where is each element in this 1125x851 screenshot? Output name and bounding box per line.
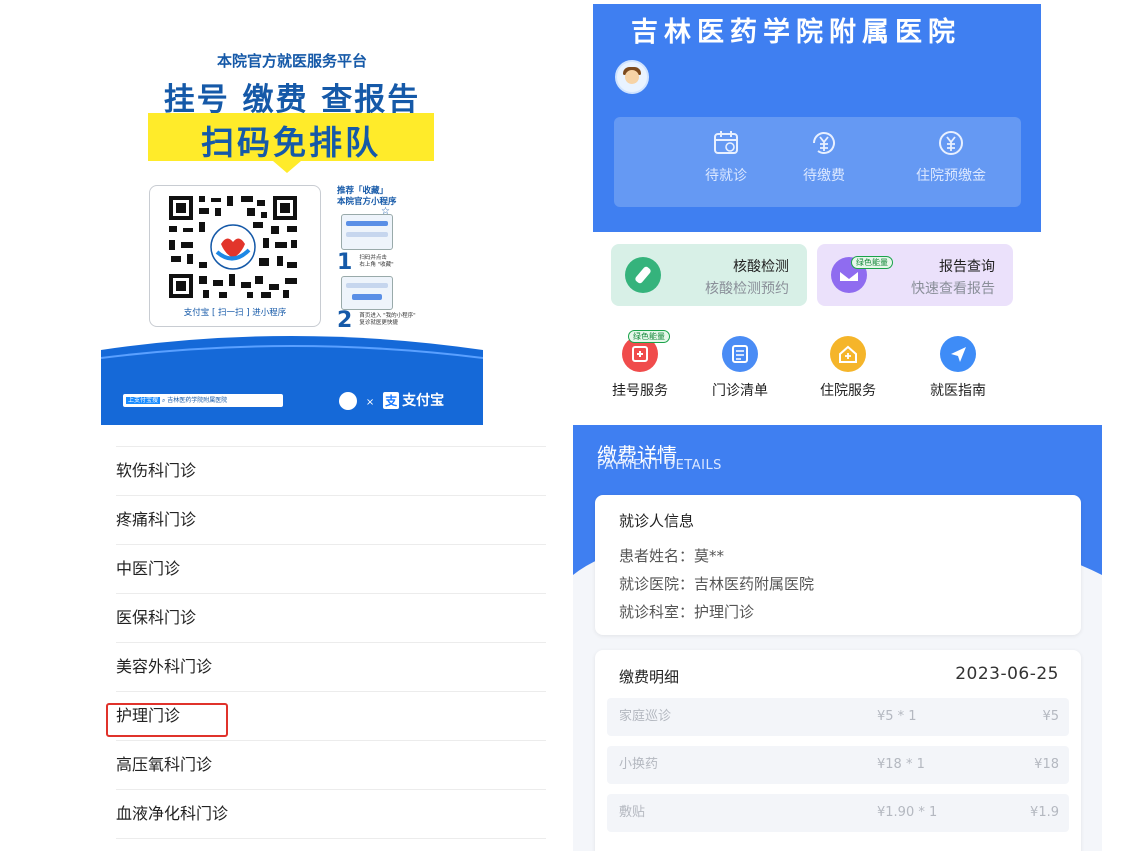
service-outpatient-list[interactable]: 门诊清单 bbox=[695, 336, 785, 400]
list-item-partial bbox=[116, 425, 546, 447]
yen-bill-icon bbox=[813, 132, 835, 154]
department-item[interactable]: 疼痛科门诊 bbox=[116, 495, 546, 545]
service-label: 就医指南 bbox=[930, 383, 986, 399]
navigation-icon bbox=[940, 336, 976, 372]
fee-name: 敷贴 bbox=[619, 805, 646, 820]
step2-phone-illustration bbox=[341, 276, 393, 310]
quick-item-inpatient-deposit[interactable]: 住院预缴金 bbox=[886, 117, 1016, 185]
department-item[interactable]: 血液净化科门诊 bbox=[116, 789, 546, 839]
list-icon bbox=[722, 336, 758, 372]
poster-footer-wave bbox=[101, 336, 483, 425]
search-prefix: 上支付宝搜 bbox=[126, 397, 161, 404]
service-label: 门诊清单 bbox=[712, 383, 768, 399]
recommend-note: 推荐「收藏」 本院官方小程序 bbox=[337, 186, 397, 208]
quick-item-label: 住院预缴金 bbox=[916, 168, 986, 184]
fee-unit-price: ¥18 * 1 bbox=[877, 757, 925, 772]
green-energy-badge: 绿色能量 bbox=[628, 330, 670, 343]
alipay-poster: 本院官方就医服务平台 挂号 缴费 查报告 扫码免排队 支付宝 [ 扫一扫 ] 进… bbox=[101, 0, 483, 425]
step1-number: 1 bbox=[337, 250, 353, 275]
card-title: 核酸检测 bbox=[733, 259, 789, 275]
quick-item-label: 待缴费 bbox=[803, 168, 845, 184]
hospital-title: 吉林医药学院附属医院 bbox=[631, 17, 961, 48]
service-guide[interactable]: 就医指南 bbox=[913, 336, 1003, 400]
fee-total: ¥1.9 bbox=[1030, 805, 1059, 820]
qr-code-icon[interactable] bbox=[163, 192, 303, 302]
hospital-logo-icon bbox=[339, 392, 357, 410]
poster-scan-free: 扫码免排队 bbox=[201, 123, 381, 162]
fee-unit-price: ¥1.90 * 1 bbox=[877, 805, 938, 820]
search-icon: ⌕ bbox=[161, 397, 166, 404]
report-query-card[interactable]: 绿色能量 报告查询 快速查看报告 bbox=[817, 244, 1013, 306]
patient-info-header: 就诊人信息 bbox=[619, 512, 695, 530]
test-tube-icon bbox=[625, 257, 661, 293]
patient-name: 患者姓名：莫** bbox=[619, 547, 725, 565]
step1-text-a: 扫码并点击 bbox=[359, 255, 387, 261]
qr-caption: 支付宝 [ 扫一扫 ] 进小程序 bbox=[183, 308, 287, 318]
step2-text-b: 复诊就医更快捷 bbox=[359, 320, 398, 326]
service-label: 住院服务 bbox=[820, 383, 876, 399]
poster-tagline: 本院官方就医服务平台 bbox=[216, 52, 367, 70]
fee-item: 小换药 ¥18 * 1 ¥18 bbox=[607, 746, 1069, 784]
hospital-mini-program: 吉林医药学院附属医院 待就诊 待缴费 住院预缴金 核酸检测 核酸检测预约 绿色能… bbox=[593, 0, 1043, 430]
visit-department: 就诊科室：护理门诊 bbox=[619, 603, 755, 621]
alipay-icon: 支 bbox=[383, 392, 400, 409]
fee-unit-price: ¥5 * 1 bbox=[877, 709, 917, 724]
payment-detail-card: 缴费明细 2023-06-25 家庭巡诊 ¥5 * 1 ¥5 小换药 ¥18 *… bbox=[595, 650, 1081, 851]
fee-name: 小换药 bbox=[619, 757, 659, 772]
search-value: 吉林医药学院附属医院 bbox=[167, 397, 228, 404]
alipay-search-bar: 上支付宝搜 ⌕ 吉林医药学院附属医院 bbox=[123, 394, 283, 407]
star-icon: ☆ bbox=[381, 206, 390, 217]
department-item[interactable]: 软伤科门诊 bbox=[116, 446, 546, 496]
user-avatar[interactable] bbox=[615, 60, 649, 94]
card-title: 报告查询 bbox=[939, 259, 995, 275]
department-item[interactable]: 医保科门诊 bbox=[116, 593, 546, 643]
register-icon: 绿色能量 bbox=[622, 330, 670, 372]
quick-item-pending-payment[interactable]: 待缴费 bbox=[759, 117, 889, 185]
step1: 1 扫码并点击 右上角 "收藏" bbox=[337, 250, 394, 275]
step1-text-b: 右上角 "收藏" bbox=[359, 262, 394, 268]
step2-text-a: 首页进入 "我的小程序" bbox=[359, 313, 416, 319]
payment-date: 2023-06-25 bbox=[955, 664, 1059, 684]
service-inpatient[interactable]: 住院服务 bbox=[803, 336, 893, 400]
department-list: 软伤科门诊 疼痛科门诊 中医门诊 医保科门诊 美容外科门诊 护理门诊 高压氧科门… bbox=[96, 425, 563, 851]
service-registration[interactable]: 绿色能量 挂号服务 bbox=[595, 330, 685, 400]
payment-details-page: 缴费详情 PAYMENT DETAILS 就诊人信息 患者姓名：莫** 就诊医院… bbox=[573, 425, 1102, 851]
alipay-partner-logo: × 支支付宝 bbox=[339, 390, 444, 410]
partner-times: × bbox=[365, 397, 375, 408]
department-item[interactable]: 高压氧科门诊 bbox=[116, 740, 546, 790]
step1-phone-illustration: ☆ bbox=[341, 206, 393, 250]
page-subtitle: PAYMENT DETAILS bbox=[597, 458, 722, 473]
nucleic-acid-test-card[interactable]: 核酸检测 核酸检测预约 bbox=[611, 244, 807, 306]
fee-total: ¥5 bbox=[1042, 709, 1059, 724]
fee-total: ¥18 bbox=[1034, 757, 1059, 772]
department-item[interactable]: 中医门诊 bbox=[116, 544, 546, 594]
quick-actions-panel: 待就诊 待缴费 住院预缴金 bbox=[614, 117, 1021, 207]
card-subtitle: 快速查看报告 bbox=[911, 281, 995, 297]
card-subtitle: 核酸检测预约 bbox=[705, 281, 789, 297]
yen-coin-icon bbox=[939, 131, 963, 155]
recommend-line-1: 推荐「收藏」 bbox=[337, 186, 389, 196]
fee-item: 敷贴 ¥1.90 * 1 ¥1.9 bbox=[607, 794, 1069, 832]
fee-name: 家庭巡诊 bbox=[619, 709, 672, 724]
fee-item: 家庭巡诊 ¥5 * 1 ¥5 bbox=[607, 698, 1069, 736]
alipay-label: 支付宝 bbox=[402, 393, 445, 409]
patient-info-card: 就诊人信息 患者姓名：莫** 就诊医院：吉林医药附属医院 就诊科室：护理门诊 bbox=[595, 495, 1081, 635]
visit-hospital: 就诊医院：吉林医药附属医院 bbox=[619, 575, 815, 593]
green-energy-badge: 绿色能量 bbox=[851, 256, 893, 269]
highlight-box bbox=[106, 703, 228, 737]
department-item[interactable]: 美容外科门诊 bbox=[116, 642, 546, 692]
payment-detail-header: 缴费明细 bbox=[619, 668, 680, 686]
calendar-add-icon bbox=[714, 131, 738, 154]
service-label: 挂号服务 bbox=[612, 383, 668, 399]
hospital-icon bbox=[830, 336, 866, 372]
